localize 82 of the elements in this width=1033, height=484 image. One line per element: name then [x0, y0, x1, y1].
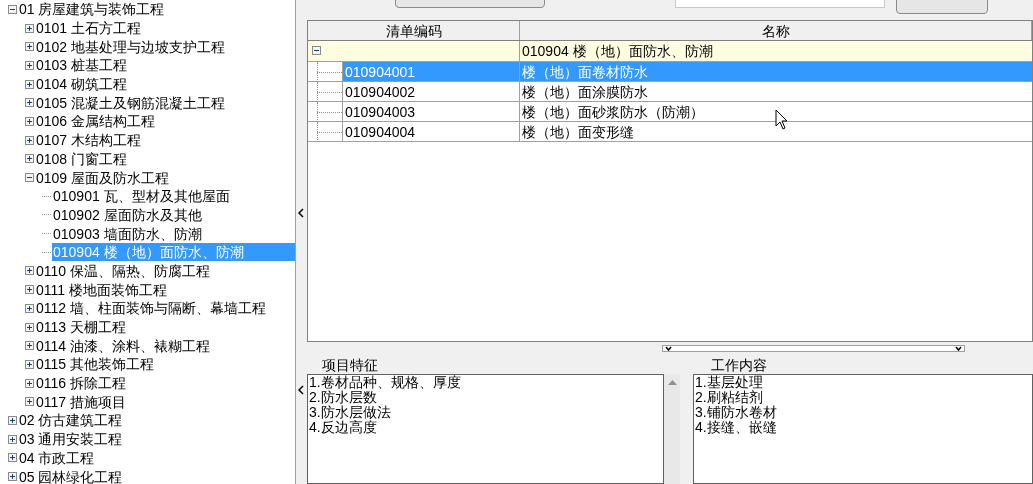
expand-icon[interactable] [25, 397, 34, 407]
expand-icon[interactable] [25, 266, 34, 276]
expand-icon[interactable] [25, 154, 34, 164]
tree-item[interactable]: 04 市政工程 [18, 448, 103, 467]
tree-item[interactable]: 0108 门窗工程 [35, 149, 136, 168]
work-line: 1.基层处理 [694, 375, 764, 390]
name-cell-text: 楼（地）面涂膜防水 [521, 82, 649, 101]
feature-line: 4.反边高度 [308, 420, 377, 435]
tree-item[interactable]: 0109 屋面及防水工程 [35, 168, 178, 187]
tree-item[interactable]: 0113 天棚工程 [35, 318, 134, 337]
grid-row[interactable]: 010904004 楼（地）面变形缝 [308, 121, 1032, 142]
expand-icon[interactable] [25, 98, 34, 108]
tree-item[interactable]: 0106 金属结构工程 [35, 112, 164, 131]
feature-line: 1.卷材品种、规格、厚度 [308, 375, 462, 390]
collapse-left-icon[interactable] [297, 207, 304, 219]
code-cell: 010904002 [343, 81, 520, 101]
column-header[interactable]: 名称 [520, 20, 1032, 40]
collapse-icon[interactable] [25, 173, 34, 183]
tree-item[interactable]: 0110 保温、隔热、防腐工程 [35, 261, 218, 280]
expand-icon[interactable] [25, 341, 34, 351]
tree-item[interactable]: 02 仿古建筑工程 [18, 411, 131, 430]
tree-item[interactable]: 05 园林绿化工程 [18, 467, 131, 484]
features-textarea[interactable]: 1.卷材品种、规格、厚度 2.防水层数 3.防水层做法 4.反边高度 [307, 374, 664, 484]
work-content-label: 工作内容 [711, 356, 768, 374]
column-header[interactable]: 清单编码 [308, 20, 520, 40]
name-cell-text: 楼（地）面砂浆防水（防潮） [521, 102, 705, 121]
code-cell: 010904003 [343, 101, 520, 121]
expand-icon[interactable] [25, 42, 34, 52]
collapse-left-icon[interactable] [297, 384, 304, 396]
tree-item[interactable]: 01 房屋建筑与装饰工程 [18, 0, 173, 19]
tree-item[interactable]: 0114 油漆、涂料、裱糊工程 [35, 336, 218, 355]
name-cell-text: 楼（地）面卷材防水 [521, 62, 649, 81]
tree-item[interactable]: 0105 混凝土及钢筋混凝土工程 [35, 93, 234, 112]
work-line: 4.接缝、嵌缝 [694, 420, 778, 435]
tree-item[interactable]: 0104 砌筑工程 [35, 75, 136, 94]
name-cell-text: 楼（地）面变形缝 [521, 122, 635, 141]
expand-icon[interactable] [25, 359, 34, 369]
scrollbar[interactable] [664, 374, 680, 484]
tree-item[interactable]: 0107 木结构工程 [35, 131, 150, 150]
tree-item[interactable]: 0101 土石方工程 [35, 19, 150, 38]
tree-item[interactable]: 0116 拆除工程 [35, 374, 134, 393]
features-label: 项目特征 [322, 356, 379, 374]
expand-icon[interactable] [8, 415, 17, 425]
tree-item[interactable]: 0103 桩基工程 [35, 56, 136, 75]
tree-item[interactable]: 010901 瓦、型材及其他屋面 [52, 187, 238, 206]
expand-icon[interactable] [25, 135, 34, 145]
grid-row[interactable]: 010904002 楼（地）面涂膜防水 [308, 81, 1032, 102]
chevron-down-icon [955, 346, 962, 351]
code-cell: 010904004 [343, 121, 520, 141]
feature-line: 3.防水层做法 [308, 405, 392, 420]
expand-icon[interactable] [25, 79, 34, 89]
tree-item[interactable]: 0111 楼地面装饰工程 [35, 280, 175, 299]
chevron-down-icon [665, 346, 672, 351]
grid-row[interactable]: 010904003 楼（地）面砂浆防水（防潮） [308, 101, 1032, 122]
group-name-cell: 010904 楼（地）面防水、防潮 [520, 40, 1032, 61]
expand-icon[interactable] [8, 472, 17, 482]
expand-icon[interactable] [25, 60, 34, 70]
collapse-icon[interactable] [312, 46, 321, 56]
expand-icon[interactable] [8, 453, 17, 463]
expand-icon[interactable] [25, 322, 34, 332]
tree-item[interactable]: 010902 屋面防水及其他 [52, 205, 210, 224]
expand-icon[interactable] [25, 285, 34, 295]
code-cell: 010904001 [343, 61, 520, 81]
collapse-icon[interactable] [8, 4, 17, 14]
scroll-up-icon[interactable] [667, 380, 677, 385]
panel-splitter[interactable] [662, 345, 965, 352]
mouse-pointer-icon [775, 109, 789, 131]
tree-item[interactable]: 0115 其他装饰工程 [35, 355, 162, 374]
tree-item[interactable]: 03 通用安装工程 [18, 430, 131, 449]
expand-icon[interactable] [25, 378, 34, 388]
work-content-textarea[interactable]: 1.基层处理 2.刷粘结剂 3.铺防水卷材 4.接缝、嵌缝 [693, 374, 1033, 484]
work-line: 2.刷粘结剂 [694, 390, 764, 405]
work-line: 3.铺防水卷材 [694, 405, 778, 420]
tree-item[interactable]: 0117 措施项目 [35, 392, 134, 411]
tree-item[interactable]: 010903 墙面防水、防潮 [52, 224, 210, 243]
expand-icon[interactable] [25, 116, 34, 126]
tree-item[interactable]: 0112 墙、柱面装饰与隔断、幕墙工程 [35, 299, 274, 318]
tree-item[interactable]: 0102 地基处理与边坡支护工程 [35, 37, 234, 56]
feature-line: 2.防水层数 [308, 390, 378, 405]
expand-icon[interactable] [25, 23, 34, 33]
expand-icon[interactable] [25, 303, 34, 313]
expand-icon[interactable] [8, 434, 17, 444]
